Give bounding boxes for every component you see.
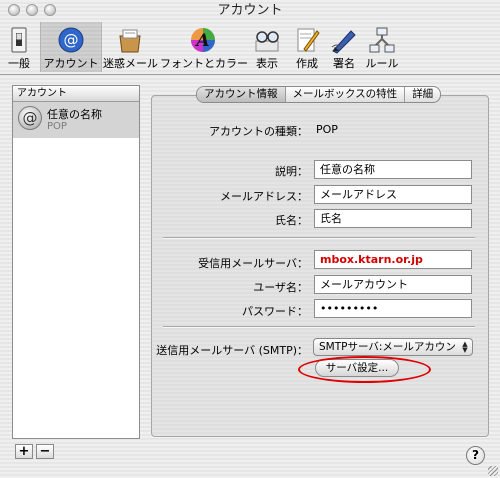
account-list-header[interactable]: アカウント [13,86,139,102]
toolbar-item-viewing[interactable]: 表示 [248,22,286,72]
toolbar-item-signatures[interactable]: 署名 [327,22,361,72]
description-field[interactable]: 任意の名称 [314,160,472,179]
account-list-item[interactable]: @ 任意の名称 POP [13,102,139,138]
tab-advanced[interactable]: 詳細 [404,87,440,102]
section-divider [163,237,475,239]
toolbar-label-rules: ルール [365,57,399,70]
toolbar-label-viewing: 表示 [256,57,278,70]
toolbar-label-accounts: アカウント [43,57,99,70]
outgoing-server-value: SMTPサーバ:メールアカウン [319,341,456,353]
account-type-value: POP [316,123,338,136]
help-button[interactable]: ? [466,446,485,465]
toolbar-label-signatures: 署名 [333,57,355,70]
svg-text:A: A [194,31,209,51]
toolbar-item-rules[interactable]: ルール [362,22,402,72]
outgoing-server-label: 送信用メールサーバ (SMTP)： [156,344,308,357]
user-name-field[interactable]: メールアカウント [314,275,472,294]
preferences-window: アカウント 一般 @ アカウント 迷惑メール A フォントとカラー 表示 作成 … [0,0,500,478]
toolbar-item-accounts[interactable]: @ アカウント [40,22,102,72]
window-title: アカウント [217,3,283,18]
light-switch-icon [11,27,27,53]
svg-text:@: @ [64,31,79,49]
user-name-label: ユーザ名： [253,281,308,294]
toolbar-label-composing: 作成 [296,57,318,70]
account-name: 任意の名称 [47,108,102,121]
description-label: 説明： [275,165,308,178]
toolbar-label-general: 一般 [8,57,30,70]
password-field[interactable]: ••••••••• [314,299,472,318]
glasses-icon [255,31,279,52]
signature-pen-icon [331,30,356,54]
email-address-field[interactable]: メールアドレス [314,185,472,204]
tab-mailbox-behaviors[interactable]: メールボックスの特性 [284,87,405,102]
preferences-toolbar: 一般 @ アカウント 迷惑メール A フォントとカラー 表示 作成 署名 ルール [0,22,500,74]
email-address-label: メールアドレス： [220,190,308,203]
highlight-circle [298,356,431,383]
popup-arrows-icon: ▲ ▼ [462,340,468,354]
account-tabs: アカウント情報 メールボックスの特性 詳細 [196,86,442,103]
compose-pencil-icon [297,28,320,52]
password-label: パスワード： [242,305,308,318]
toolbar-item-fonts-colors[interactable]: A フォントとカラー [160,22,248,72]
add-account-button[interactable]: + [15,444,33,459]
toolbar-label-junk-mail: 迷惑メール [103,57,158,70]
toolbar-label-fonts-colors: フォントとカラー [160,57,248,70]
tab-account-information[interactable]: アカウント情報 [197,87,285,102]
font-color-icon: A [191,28,215,52]
toolbar-item-composing[interactable]: 作成 [289,22,325,72]
account-at-icon: @ [18,106,42,130]
junk-mail-icon [119,29,141,53]
resize-grip-icon[interactable] [488,466,498,476]
incoming-server-field[interactable]: mbox.ktarn.or.jp [314,250,472,269]
full-name-label: 氏名： [275,214,308,227]
at-sign-icon: @ [58,27,84,53]
outgoing-server-popup[interactable]: SMTPサーバ:メールアカウン ▲ ▼ [313,338,473,356]
account-type-label: アカウントの種類： [209,125,308,138]
incoming-server-label: 受信用メールサーバ： [198,257,308,270]
account-type-caption: POP [47,121,67,132]
full-name-field[interactable]: 氏名 [314,209,472,228]
remove-account-button[interactable]: − [36,444,54,459]
toolbar-item-general[interactable]: 一般 [2,22,36,72]
section-divider [163,326,475,328]
rules-icon [369,27,395,53]
toolbar-item-junk-mail[interactable]: 迷惑メール [103,22,158,72]
account-list: アカウント @ 任意の名称 POP [12,85,140,439]
toolbar-divider [0,74,500,75]
